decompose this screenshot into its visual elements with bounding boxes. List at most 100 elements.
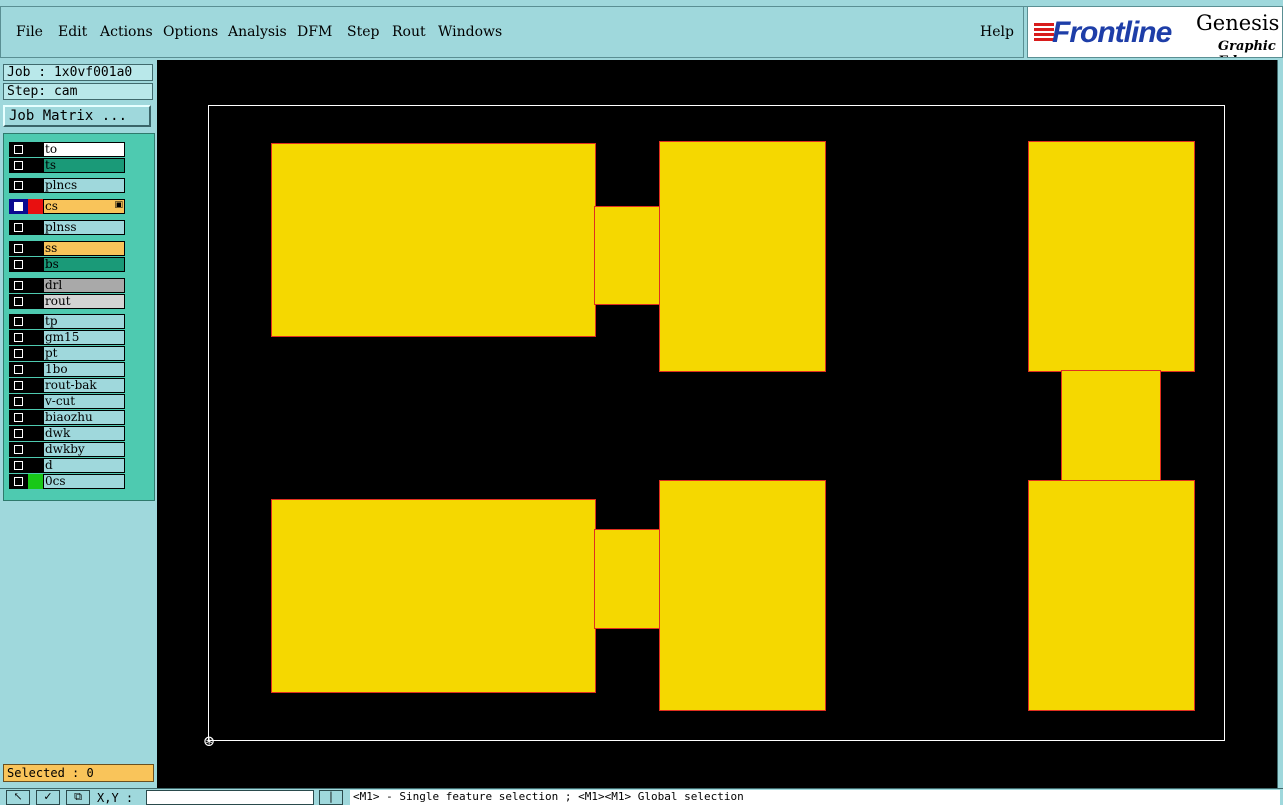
layer-name[interactable]: gm15 [43, 330, 125, 345]
layer-checkbox[interactable] [9, 178, 28, 193]
layer-color-swatch[interactable] [28, 442, 43, 457]
copy-tool-icon[interactable]: ⧉ [66, 790, 90, 805]
check-tool-icon[interactable]: ✓ [36, 790, 60, 805]
layer-color-swatch[interactable] [28, 241, 43, 256]
layer-name[interactable]: dwkby [43, 442, 125, 457]
layer-color-swatch[interactable] [28, 220, 43, 235]
layer-checkbox[interactable] [9, 458, 28, 473]
layer-color-swatch[interactable] [28, 314, 43, 329]
layer-name[interactable]: dwk [43, 426, 125, 441]
mode-toggle-icon[interactable]: | [319, 790, 343, 805]
sidebar: Job : 1x0vf001a0 Step: cam Job Matrix ..… [0, 60, 157, 788]
layer-color-swatch[interactable] [28, 278, 43, 293]
layer-list: to ts plncs cs ▣ plnss ss bs drl rout tp gm15 pt 1bo r… [3, 133, 155, 501]
layer-name[interactable]: 1bo [43, 362, 125, 377]
layer-name[interactable]: ss [43, 241, 125, 256]
layer-name[interactable]: tp [43, 314, 125, 329]
layer-color-swatch[interactable] [28, 257, 43, 272]
layer-name[interactable]: v-cut [43, 394, 125, 409]
layer-checkbox[interactable] [9, 241, 28, 256]
layer-checkbox[interactable] [9, 142, 28, 157]
menu-rout[interactable]: Rout [392, 24, 426, 40]
layer-color-swatch[interactable] [28, 362, 43, 377]
layer-name[interactable]: rout [43, 294, 125, 309]
layer-name[interactable]: plnss [43, 220, 125, 235]
layer-color-swatch[interactable] [28, 178, 43, 193]
menu-dfm[interactable]: DFM [297, 24, 332, 40]
layer-checkbox[interactable] [9, 474, 28, 489]
layer-name[interactable]: ts [43, 158, 125, 173]
layer-name[interactable]: cs ▣ [43, 199, 125, 214]
menu-options[interactable]: Options [163, 24, 218, 40]
logo-stripes-icon [1034, 23, 1054, 45]
layer-name[interactable]: to [43, 142, 125, 157]
step-label: Step: cam [3, 83, 153, 100]
layer-color-swatch[interactable] [28, 199, 43, 214]
layer-color-swatch[interactable] [28, 474, 43, 489]
copper-neck[interactable] [595, 530, 660, 628]
menu-file[interactable]: File [16, 24, 43, 40]
layer-name[interactable]: 0cs [43, 474, 125, 489]
selected-count: Selected : 0 [3, 764, 154, 782]
layer-name[interactable]: rout-bak [43, 378, 125, 393]
status-message: <M1> - Single feature selection ; <M1><M… [350, 790, 1280, 805]
layer-checkbox[interactable] [9, 346, 28, 361]
layer-color-swatch[interactable] [28, 294, 43, 309]
menu-step[interactable]: Step [347, 24, 379, 40]
layer-checkbox[interactable] [9, 330, 28, 345]
layer-checkbox[interactable] [9, 199, 28, 214]
copper-pad[interactable] [660, 142, 825, 371]
layer-name[interactable]: bs [43, 257, 125, 272]
layer-color-swatch[interactable] [28, 394, 43, 409]
layer-checkbox[interactable] [9, 278, 28, 293]
layer-checkbox[interactable] [9, 294, 28, 309]
copper-pad[interactable] [660, 481, 825, 710]
layer-color-swatch[interactable] [28, 426, 43, 441]
layer-name[interactable]: d [43, 458, 125, 473]
layer-name[interactable]: drl [43, 278, 125, 293]
logo-brand: Frontline [1052, 16, 1172, 49]
work-layer-icon: ▣ [114, 200, 123, 210]
frontline-logo: Frontline Genesis Graphic Ed [1027, 6, 1283, 58]
menu-analysis[interactable]: Analysis [228, 24, 287, 40]
layer-color-swatch[interactable] [28, 346, 43, 361]
datum-origin-icon: ⊛ [202, 732, 216, 750]
layer-checkbox[interactable] [9, 158, 28, 173]
layer-color-swatch[interactable] [28, 158, 43, 173]
layer-checkbox[interactable] [9, 410, 28, 425]
copper-neck[interactable] [595, 207, 660, 304]
layer-color-swatch[interactable] [28, 458, 43, 473]
logo-subtitle: Graphic Ed [1218, 39, 1276, 57]
layer-checkbox[interactable] [9, 362, 28, 377]
menu-edit[interactable]: Edit [58, 24, 87, 40]
layer-color-swatch[interactable] [28, 142, 43, 157]
menu-actions[interactable]: Actions [100, 24, 153, 40]
copper-pad[interactable] [1029, 142, 1194, 371]
layer-color-swatch[interactable] [28, 378, 43, 393]
graphic-canvas[interactable]: ⊛ [157, 60, 1277, 788]
job-matrix-button[interactable]: Job Matrix ... [3, 105, 151, 127]
menu-windows[interactable]: Windows [438, 24, 502, 40]
layer-name[interactable]: plncs [43, 178, 125, 193]
copper-pad[interactable] [272, 500, 595, 692]
layer-checkbox[interactable] [9, 314, 28, 329]
layer-checkbox[interactable] [9, 257, 28, 272]
logo-product: Genesis [1196, 11, 1280, 35]
layer-color-swatch[interactable] [28, 330, 43, 345]
copper-pad[interactable] [272, 144, 595, 336]
layer-checkbox[interactable] [9, 426, 28, 441]
job-label: Job : 1x0vf001a0 [3, 64, 153, 81]
right-toolbar-edge [1277, 60, 1283, 788]
layer-name[interactable]: pt [43, 346, 125, 361]
layer-checkbox[interactable] [9, 220, 28, 235]
copper-pad[interactable] [1029, 481, 1194, 710]
xy-input[interactable] [146, 790, 314, 805]
copper-neck[interactable] [1062, 371, 1160, 481]
layer-checkbox[interactable] [9, 394, 28, 409]
layer-color-swatch[interactable] [28, 410, 43, 425]
pointer-tool-icon[interactable]: ↖ [6, 790, 30, 805]
layer-name[interactable]: biaozhu [43, 410, 125, 425]
menu-help[interactable]: Help [980, 24, 1014, 40]
layer-checkbox[interactable] [9, 378, 28, 393]
layer-checkbox[interactable] [9, 442, 28, 457]
